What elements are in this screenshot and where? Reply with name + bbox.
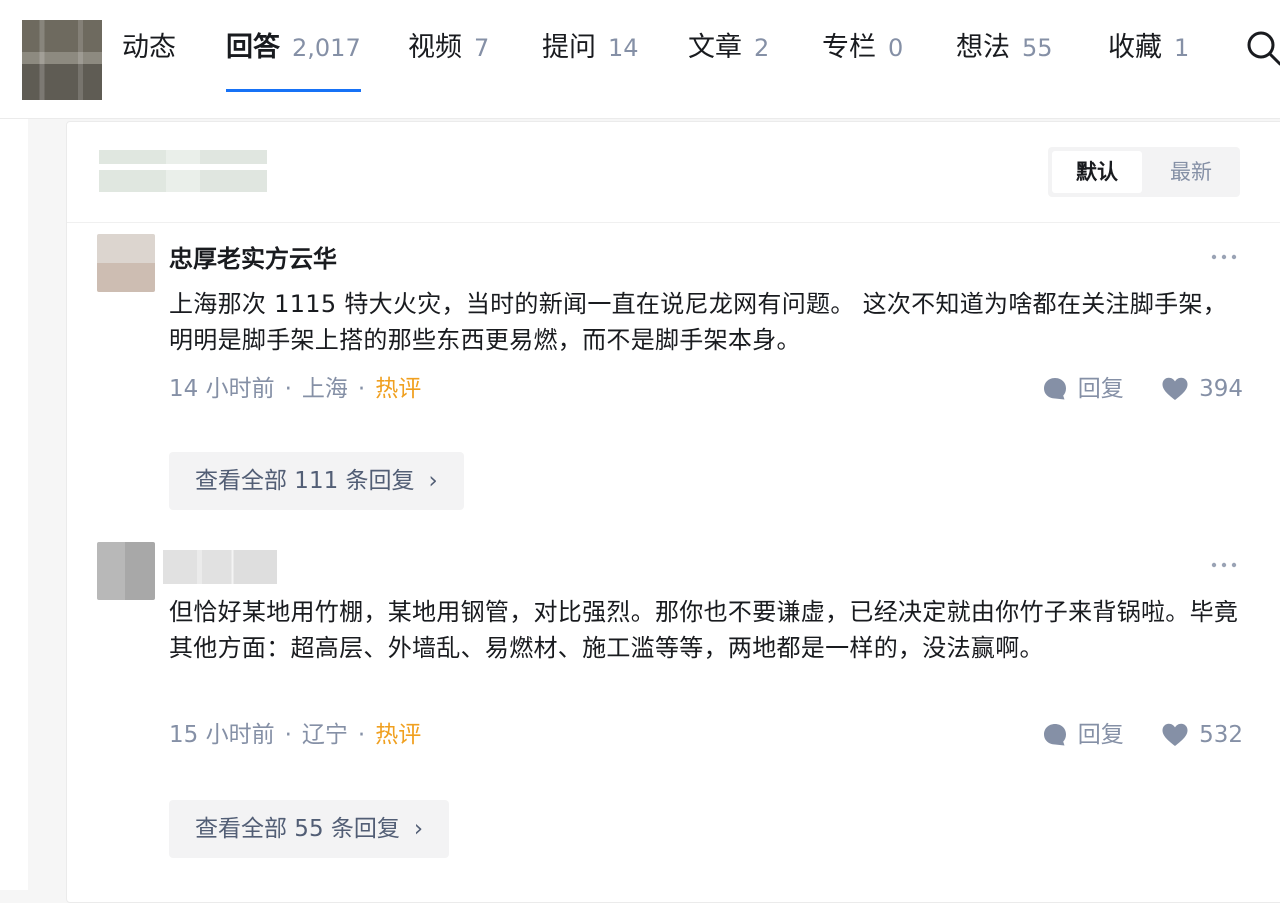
tab-label: 提问	[542, 32, 596, 63]
sort-toggle: 默认 最新	[1048, 147, 1240, 197]
tab-count: 7	[474, 34, 490, 62]
comment-meta: 14 小时前 · 上海 · 热评	[169, 376, 422, 402]
reply-label: 回复	[1077, 722, 1124, 748]
tab-label: 专栏	[822, 32, 876, 63]
comment-location: 辽宁	[301, 722, 348, 748]
tab-count: 0	[888, 34, 904, 62]
comment-text: 上海那次 1115 特大火灾，当时的新闻一直在说尼龙网有问题。 这次不知道为啥都…	[169, 290, 1228, 354]
comment-time: 14 小时前	[169, 376, 275, 402]
tab-label: 视频	[408, 32, 462, 63]
avatar[interactable]	[97, 542, 155, 600]
hot-comment-badge: 热评	[375, 722, 422, 748]
avatar[interactable]	[97, 234, 155, 292]
comment-meta: 15 小时前 · 辽宁 · 热评	[169, 722, 422, 748]
view-all-replies-button[interactable]: 查看全部 111 条回复 ›	[169, 452, 464, 510]
tab-articles[interactable]: 文章 2	[688, 28, 769, 96]
comments-card: 默认 最新 忠厚老实方云华 上海那次 1115 特大火灾，当时的新闻一直在说尼龙…	[66, 121, 1280, 903]
like-button[interactable]: 394	[1161, 372, 1243, 406]
view-replies-label: 查看全部 55 条回复	[195, 816, 400, 842]
heart-icon	[1162, 723, 1188, 746]
reply-button[interactable]: 回复	[1042, 372, 1124, 406]
more-icon[interactable]	[1209, 558, 1239, 572]
profile-avatar[interactable]	[22, 20, 102, 100]
comments-title-obscured	[99, 150, 267, 192]
comment-text: 但恰好某地用竹棚，某地用钢管，对比强烈。那你也不要谦虚，已经决定就由你竹子来背锅…	[169, 598, 1239, 662]
tab-count: 2,017	[292, 34, 361, 62]
tab-answers[interactable]: 回答 2,017	[226, 28, 361, 96]
tab-videos[interactable]: 视频 7	[408, 28, 489, 96]
sort-latest-button[interactable]: 最新	[1146, 151, 1236, 193]
tab-count: 14	[608, 34, 639, 62]
hot-comment-badge: 热评	[375, 376, 422, 402]
chevron-right-icon: ›	[428, 468, 438, 494]
chevron-right-icon: ›	[413, 816, 424, 842]
tab-thoughts[interactable]: 想法 55	[956, 28, 1053, 96]
like-button[interactable]: 532	[1161, 718, 1243, 752]
reply-button[interactable]: 回复	[1042, 718, 1124, 752]
reply-label: 回复	[1077, 376, 1124, 402]
tab-label: 收藏	[1108, 32, 1162, 63]
like-count: 532	[1199, 722, 1243, 748]
tab-count: 1	[1174, 34, 1190, 62]
comments-header: 默认 最新	[67, 122, 1280, 223]
tab-count: 55	[1022, 34, 1053, 62]
comment-actions: 回复 532	[1012, 718, 1243, 758]
comment-bubble-icon	[1043, 724, 1066, 746]
comment-actions: 回复 394	[1012, 372, 1243, 412]
sort-default-button[interactable]: 默认	[1052, 151, 1142, 193]
top-navigation: 动态 回答 2,017 视频 7 提问 14 文章 2 专栏 0 想法 55 收藏 1	[0, 0, 1280, 119]
more-icon[interactable]	[1209, 250, 1239, 264]
comment-author[interactable]: 忠厚老实方云华	[169, 242, 337, 276]
tab-label: 文章	[688, 32, 742, 63]
tab-label: 动态	[122, 32, 176, 63]
tab-columns[interactable]: 专栏 0	[822, 28, 903, 96]
comment-bubble-icon	[1043, 378, 1066, 400]
active-tab-indicator	[226, 89, 361, 92]
tab-collections[interactable]: 收藏 1	[1108, 28, 1189, 96]
tab-label: 想法	[956, 32, 1010, 63]
like-count: 394	[1199, 376, 1243, 402]
tab-count: 2	[754, 34, 770, 62]
comment-location: 上海	[301, 376, 348, 402]
left-panel	[0, 119, 28, 890]
tab-activity[interactable]: 动态	[122, 28, 176, 96]
view-replies-label: 查看全部 111 条回复	[195, 468, 415, 494]
tab-label: 回答	[226, 32, 280, 63]
heart-icon	[1162, 377, 1188, 400]
view-all-replies-button[interactable]: 查看全部 55 条回复 ›	[169, 800, 450, 858]
search-icon[interactable]	[1246, 30, 1280, 66]
comment-author-obscured[interactable]	[163, 550, 277, 584]
comment-time: 15 小时前	[169, 722, 275, 748]
tab-questions[interactable]: 提问 14	[542, 28, 639, 96]
